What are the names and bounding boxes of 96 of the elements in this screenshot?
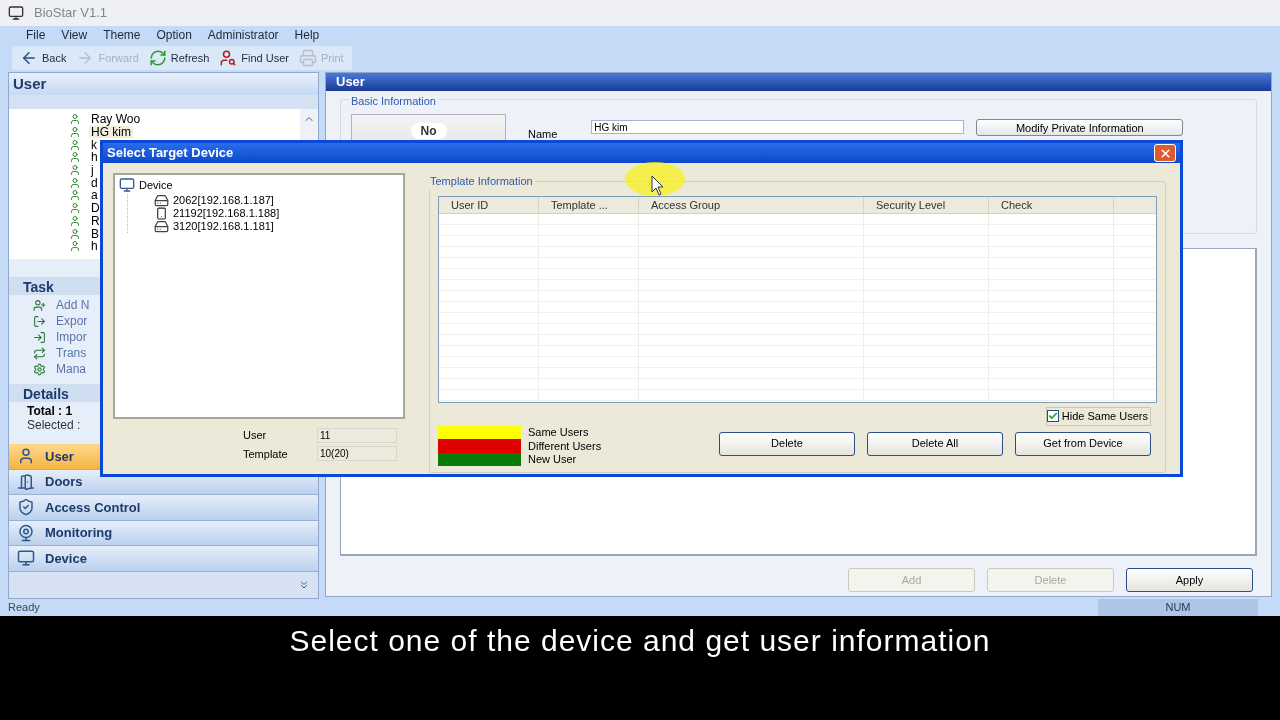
toolbar-button[interactable]: Refresh bbox=[148, 49, 210, 67]
reader-icon bbox=[155, 206, 168, 220]
user-icon bbox=[17, 447, 35, 466]
user-icon bbox=[69, 126, 81, 139]
user-name[interactable]: h bbox=[89, 151, 100, 164]
user-icon bbox=[69, 176, 81, 189]
menu-item[interactable]: Help bbox=[294, 26, 320, 44]
stat-label: Template bbox=[243, 446, 289, 462]
user-icon bbox=[69, 138, 81, 151]
modify-button[interactable]: Modify Private Information bbox=[976, 119, 1184, 136]
toolbar-button[interactable]: Find User bbox=[219, 49, 290, 67]
column-header[interactable]: Template ... bbox=[539, 197, 639, 213]
user-icon bbox=[69, 214, 81, 227]
user-name[interactable]: d bbox=[89, 176, 100, 189]
task-link[interactable]: Expor bbox=[56, 312, 88, 330]
column-header[interactable]: Access Group bbox=[639, 197, 864, 213]
details-text: Selected : bbox=[27, 418, 82, 432]
button[interactable]: Apply bbox=[1126, 568, 1253, 592]
menu-item[interactable]: Theme bbox=[103, 26, 141, 44]
tree-item[interactable]: 2062[192.168.1.187] bbox=[173, 194, 274, 206]
menu-item[interactable]: Option bbox=[156, 26, 192, 44]
close-icon bbox=[1158, 146, 1172, 160]
dialog-title: Select Target Device bbox=[107, 144, 234, 163]
hide-same-checkbox[interactable]: Hide Same Users bbox=[1045, 407, 1151, 426]
user-name[interactable]: h bbox=[89, 240, 100, 253]
button[interactable]: Get from Device bbox=[1015, 431, 1151, 456]
user-name[interactable]: Ray Woo bbox=[89, 113, 143, 126]
user-icon bbox=[69, 164, 81, 177]
column-header[interactable]: User ID bbox=[439, 197, 539, 213]
panel-header: User bbox=[326, 73, 1271, 91]
expand-icon[interactable] bbox=[298, 578, 310, 591]
import-arrow-icon bbox=[33, 330, 46, 344]
refresh-icon bbox=[148, 49, 167, 67]
user-name[interactable]: D bbox=[89, 202, 102, 215]
user-icon bbox=[69, 189, 81, 202]
tree-item[interactable]: 21192[192.168.1.188] bbox=[173, 207, 280, 219]
column-header[interactable]: Check bbox=[989, 197, 1114, 213]
user-icon bbox=[69, 227, 81, 240]
legend-label: Same Users bbox=[528, 425, 589, 440]
toolbar-button[interactable]: Back bbox=[20, 49, 67, 67]
user-name[interactable]: B bbox=[89, 227, 101, 240]
find-user-icon bbox=[219, 49, 238, 67]
user-name[interactable]: HG kim bbox=[89, 126, 133, 139]
nav-item[interactable]: Device bbox=[9, 546, 318, 572]
stat-label: User bbox=[243, 428, 268, 443]
tree-item[interactable]: Device bbox=[139, 177, 173, 194]
caption-text: Select one of the device and get user information bbox=[289, 623, 991, 659]
menu-item[interactable]: File bbox=[26, 26, 46, 44]
button[interactable]: Delete bbox=[719, 431, 855, 456]
user-name[interactable]: R bbox=[89, 214, 102, 227]
legend-label: Different Users bbox=[528, 438, 602, 454]
details-text: Total : 1 bbox=[27, 404, 74, 418]
user-icon bbox=[69, 240, 81, 253]
monitor-icon bbox=[17, 549, 35, 568]
webcam-icon bbox=[17, 523, 35, 542]
name-field[interactable]: HG kim bbox=[591, 120, 965, 134]
task-link[interactable]: Mana bbox=[56, 360, 87, 378]
window-title: BioStar V1.1 bbox=[34, 4, 107, 23]
user-name[interactable]: k bbox=[89, 138, 99, 151]
shield-icon bbox=[17, 498, 35, 517]
user-icon bbox=[69, 202, 81, 215]
checkbox-box[interactable] bbox=[1046, 410, 1059, 423]
transfer-icon bbox=[33, 346, 46, 360]
column-header[interactable]: Security Level bbox=[864, 197, 989, 213]
task-link[interactable]: Impor bbox=[56, 328, 87, 346]
user-icon bbox=[69, 113, 81, 126]
menu-item[interactable]: Administrator bbox=[207, 26, 279, 44]
legend-label: New User bbox=[528, 452, 577, 467]
close-button[interactable] bbox=[1154, 144, 1176, 162]
photo-text: No bbox=[410, 123, 447, 139]
task-link[interactable]: Trans bbox=[56, 344, 87, 362]
button[interactable]: Delete All bbox=[867, 431, 1003, 456]
network-icon bbox=[119, 177, 135, 194]
sidebar-title: User bbox=[9, 73, 318, 95]
user-icon bbox=[69, 151, 81, 164]
field-label: Name bbox=[528, 127, 558, 142]
user-plus-icon bbox=[33, 298, 46, 312]
tree-item[interactable]: 3120[192.168.1.181] bbox=[173, 220, 274, 232]
stat-field: 10(20) bbox=[317, 446, 397, 462]
printer-icon bbox=[299, 49, 318, 67]
door-icon bbox=[17, 472, 35, 491]
terminal-icon bbox=[154, 192, 169, 208]
user-name[interactable]: j bbox=[89, 164, 96, 177]
nav-item[interactable]: Access Control bbox=[9, 495, 318, 521]
check-icon bbox=[1047, 411, 1058, 422]
export-arrow-icon bbox=[33, 314, 46, 328]
nav-item[interactable]: Monitoring bbox=[9, 520, 318, 546]
user-name[interactable]: a bbox=[89, 189, 100, 202]
status-indicator: NUM bbox=[1098, 599, 1258, 616]
app-icon bbox=[8, 5, 24, 21]
terminal-icon bbox=[154, 218, 169, 234]
stat-field: 11 bbox=[317, 427, 397, 443]
settings-icon bbox=[33, 362, 46, 376]
status-text: Ready bbox=[8, 600, 41, 616]
task-link[interactable]: Add N bbox=[56, 296, 90, 314]
menu-item[interactable]: View bbox=[61, 26, 88, 44]
